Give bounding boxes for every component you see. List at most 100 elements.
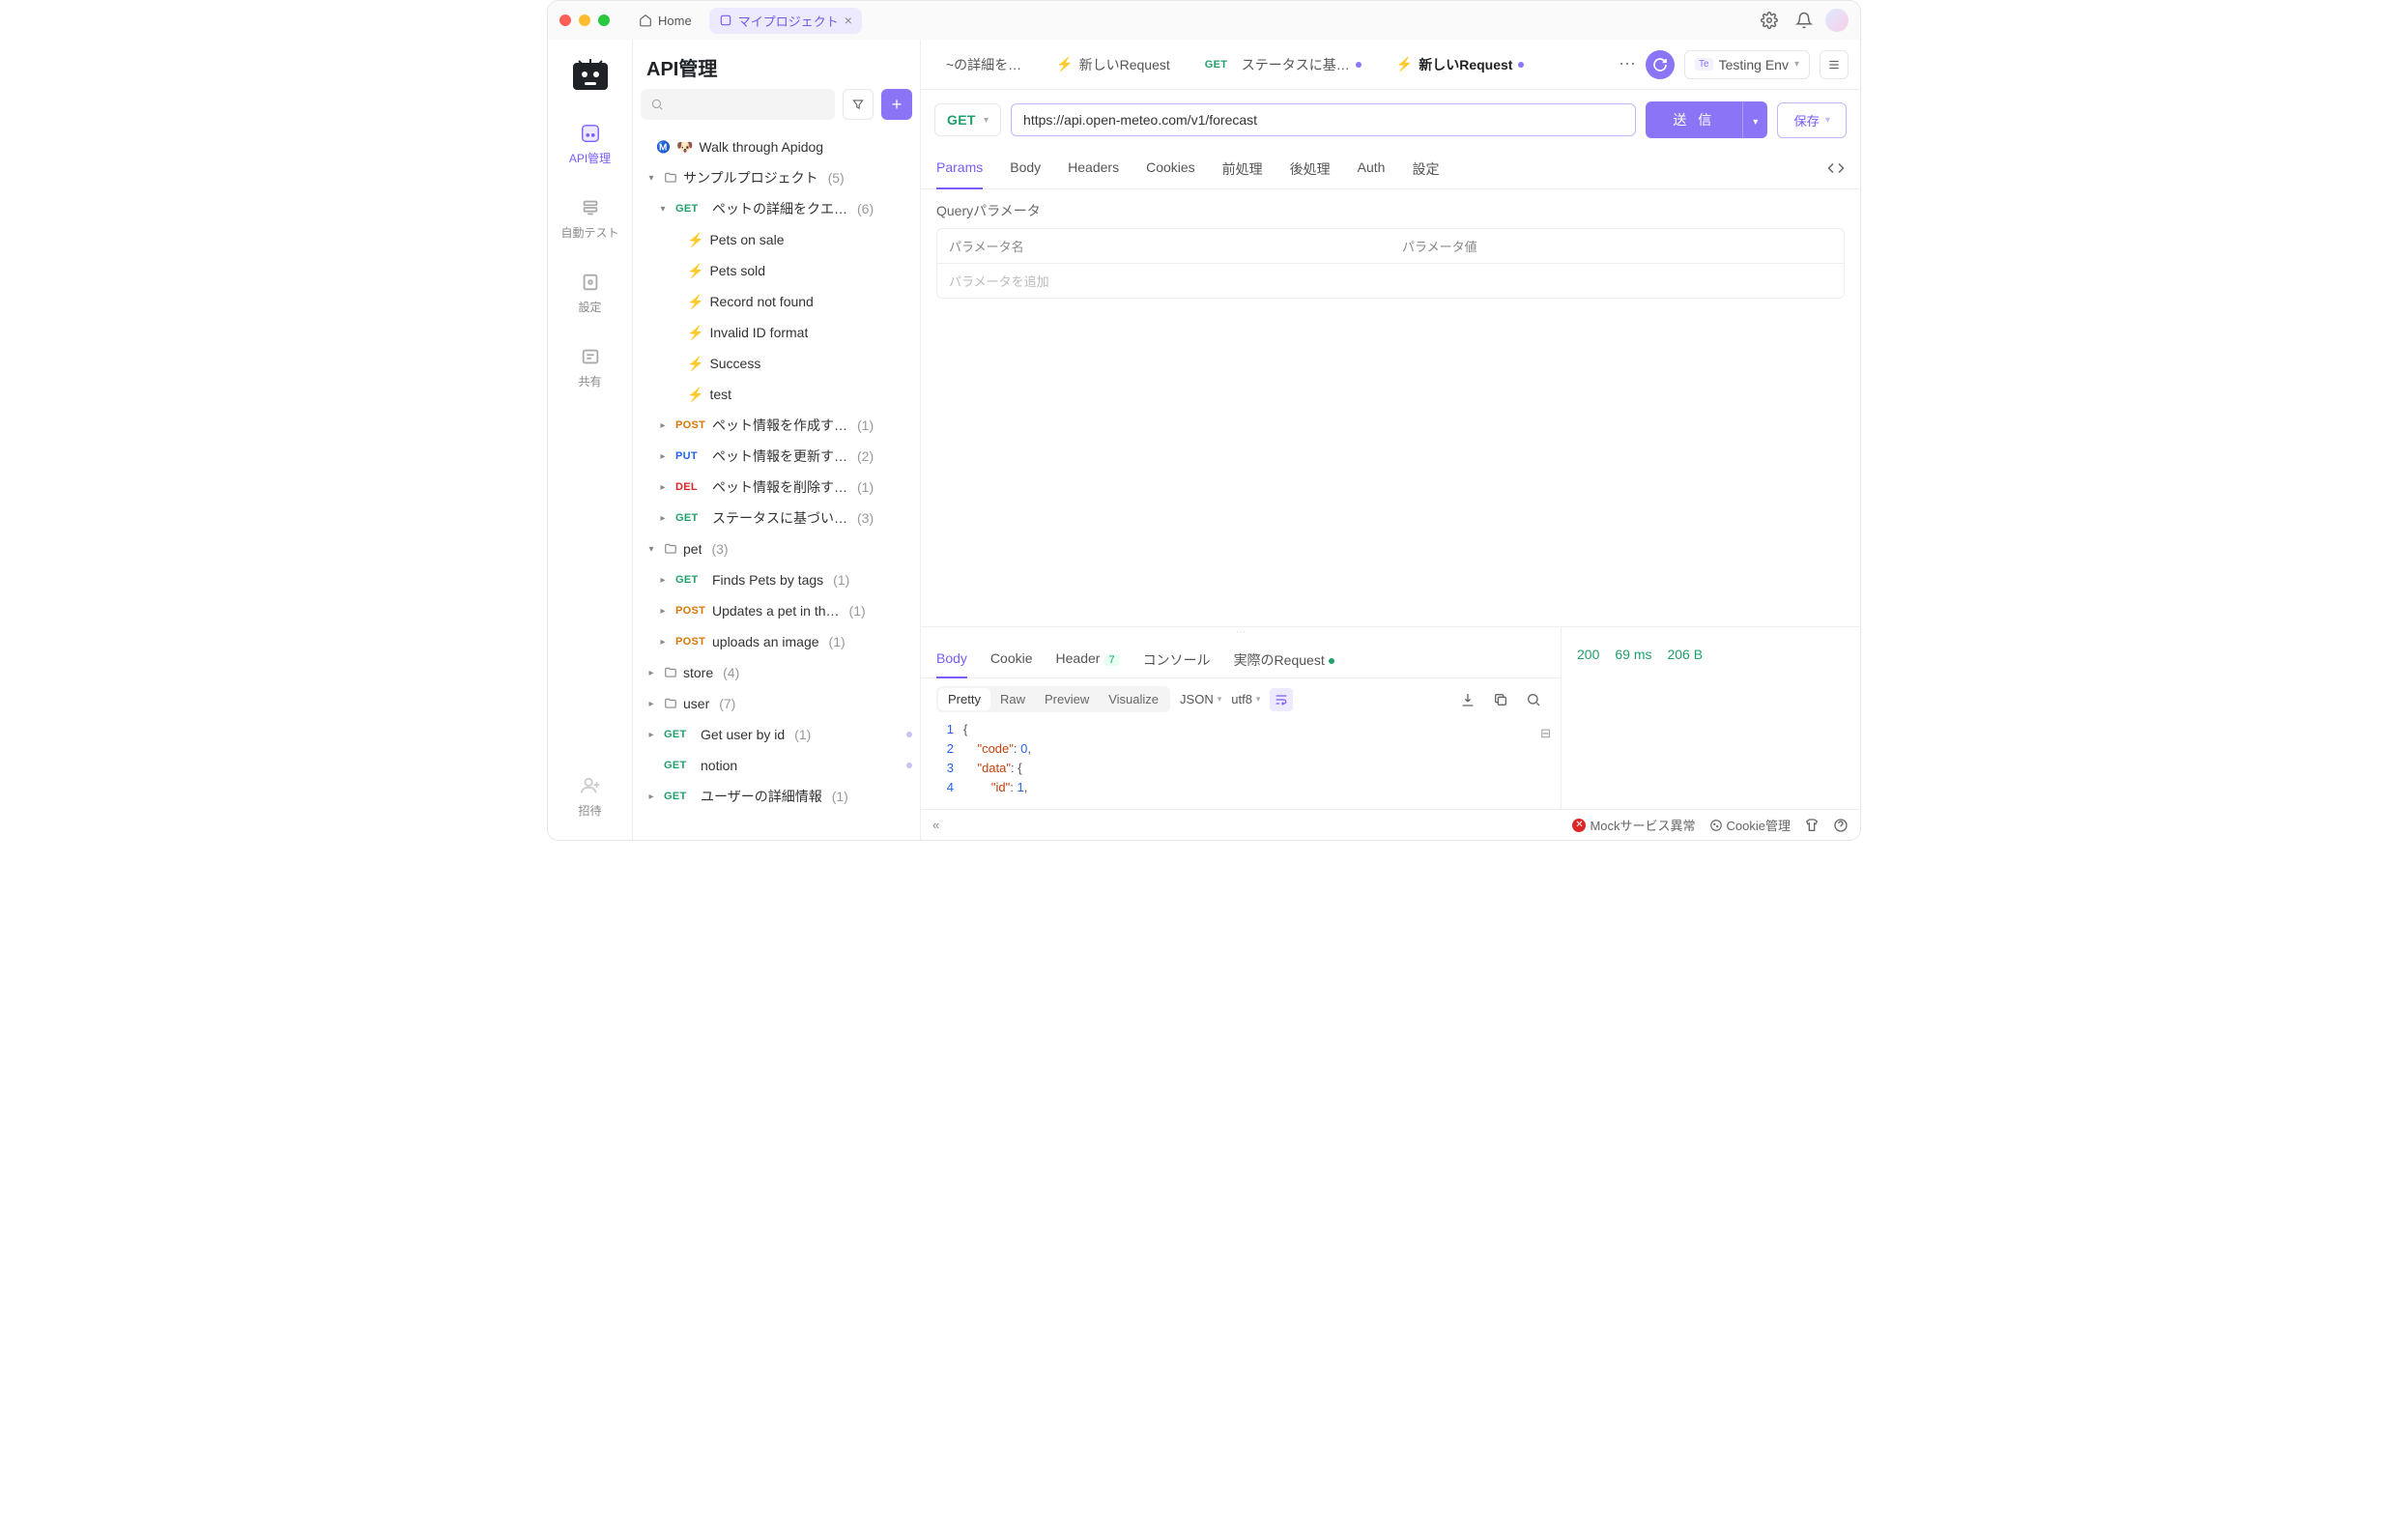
tree-folder-pet[interactable]: ▾pet(3) bbox=[633, 533, 920, 564]
refresh-button[interactable] bbox=[1646, 50, 1675, 79]
format-enc[interactable]: utf8▾ bbox=[1231, 692, 1260, 706]
req-tab-post[interactable]: 後処理 bbox=[1290, 150, 1331, 188]
tree-api-updates[interactable]: ▸POSTUpdates a pet in th…(1) bbox=[633, 595, 920, 626]
folder-icon bbox=[664, 697, 677, 710]
params-table: パラメータ名 パラメータ値 パラメータを追加 bbox=[936, 228, 1845, 299]
copy-icon[interactable] bbox=[1489, 688, 1512, 711]
tshirt-icon[interactable] bbox=[1804, 818, 1820, 833]
tree-case[interactable]: ⚡test bbox=[633, 379, 920, 410]
bolt-icon: ⚡ bbox=[687, 232, 703, 248]
format-json[interactable]: JSON▾ bbox=[1180, 692, 1221, 706]
tree-walkthrough[interactable]: Ⓜ️🐶 Walk through Apidog bbox=[633, 131, 920, 162]
url-input[interactable] bbox=[1011, 103, 1636, 136]
response-size: 206 B bbox=[1667, 647, 1703, 790]
tree-case[interactable]: ⚡Invalid ID format bbox=[633, 317, 920, 348]
download-icon[interactable] bbox=[1456, 688, 1479, 711]
environment-selector[interactable]: TeTesting Env▾ bbox=[1684, 50, 1810, 79]
search-response-icon[interactable] bbox=[1522, 688, 1545, 711]
resize-handle[interactable]: ⋯ bbox=[921, 627, 1561, 637]
cookie-manage[interactable]: Cookie管理 bbox=[1709, 816, 1791, 834]
project-tab[interactable]: マイプロジェクト × bbox=[709, 8, 862, 34]
more-tabs-icon[interactable]: ⋯ bbox=[1619, 54, 1636, 74]
minimize-window-icon[interactable] bbox=[579, 14, 590, 26]
tree-api-put-pet[interactable]: ▸PUTペット情報を更新す…(2) bbox=[633, 441, 920, 472]
chevron-down-icon: ▾ bbox=[1256, 694, 1261, 705]
rail-share[interactable]: 共有 bbox=[558, 338, 623, 395]
req-tab-auth[interactable]: Auth bbox=[1358, 150, 1386, 188]
method-selector[interactable]: GET▾ bbox=[934, 103, 1001, 136]
request-tab[interactable]: ~の詳細を… bbox=[932, 40, 1035, 90]
menu-button[interactable] bbox=[1820, 50, 1849, 79]
resp-tab-console[interactable]: コンソール bbox=[1143, 643, 1211, 677]
settings-icon[interactable] bbox=[1756, 7, 1783, 34]
sidebar-search[interactable] bbox=[641, 89, 835, 120]
req-tab-pre[interactable]: 前処理 bbox=[1222, 150, 1263, 188]
rail-invite[interactable]: 招待 bbox=[558, 767, 623, 824]
rail-label: 設定 bbox=[578, 299, 601, 315]
bolt-icon: ⚡ bbox=[1056, 56, 1073, 72]
send-button[interactable]: 送 信 bbox=[1646, 101, 1742, 138]
req-tab-cookies[interactable]: Cookies bbox=[1146, 150, 1195, 188]
unsaved-dot-icon bbox=[906, 732, 912, 737]
tree-case[interactable]: ⚡Record not found bbox=[633, 286, 920, 317]
tree-api-uploads[interactable]: ▸POSTuploads an image(1) bbox=[633, 626, 920, 657]
help-icon[interactable] bbox=[1833, 818, 1849, 833]
rail-autotest[interactable]: 自動テスト bbox=[558, 189, 623, 246]
tree-api-post-pet[interactable]: ▸POSTペット情報を作成す…(1) bbox=[633, 410, 920, 441]
tree-api-del-pet[interactable]: ▸DELペット情報を削除す…(1) bbox=[633, 472, 920, 503]
vm-visualize[interactable]: Visualize bbox=[1099, 688, 1168, 710]
tree-api-get-user[interactable]: ▸GETGet user by id(1) bbox=[633, 719, 920, 750]
close-window-icon[interactable] bbox=[559, 14, 571, 26]
notifications-icon[interactable] bbox=[1791, 7, 1818, 34]
chevron-right-icon: ▸ bbox=[645, 699, 658, 709]
save-button[interactable]: 保存▾ bbox=[1777, 102, 1847, 138]
collapse-sidebar-icon[interactable]: « bbox=[932, 818, 939, 832]
bolt-icon: ⚡ bbox=[687, 294, 703, 310]
tree-case[interactable]: ⚡Pets sold bbox=[633, 255, 920, 286]
chevron-right-icon: ▸ bbox=[645, 668, 658, 678]
resp-tab-actual[interactable]: 実際のRequest bbox=[1234, 643, 1334, 677]
vm-preview[interactable]: Preview bbox=[1035, 688, 1099, 710]
request-tab[interactable]: GETステータスに基… bbox=[1191, 40, 1375, 90]
mock-status[interactable]: ✕Mockサービス異常 bbox=[1572, 816, 1695, 834]
req-tab-body[interactable]: Body bbox=[1010, 150, 1041, 188]
tree-api-notion[interactable]: ▸GETnotion bbox=[633, 750, 920, 781]
code-gen-icon[interactable] bbox=[1827, 150, 1845, 188]
params-add-row[interactable]: パラメータを追加 bbox=[937, 264, 1844, 298]
sidebar-filter[interactable] bbox=[843, 89, 874, 120]
user-avatar[interactable] bbox=[1825, 9, 1849, 32]
tree-folder-user[interactable]: ▸user(7) bbox=[633, 688, 920, 719]
rail-settings[interactable]: 設定 bbox=[558, 264, 623, 321]
tree-folder-store[interactable]: ▸store(4) bbox=[633, 657, 920, 688]
sidebar-add-button[interactable]: + bbox=[881, 89, 912, 120]
request-tab[interactable]: ⚡新しいRequest bbox=[1043, 40, 1184, 90]
resp-tab-body[interactable]: Body bbox=[936, 643, 967, 677]
resp-tab-cookie[interactable]: Cookie bbox=[990, 643, 1033, 677]
response-body-code[interactable]: ⊟ 1{ 2 "code": 0, 3 "data": { 4 "id": 1, bbox=[921, 720, 1561, 809]
rail-api-manage[interactable]: API管理 bbox=[558, 115, 623, 172]
req-tab-settings[interactable]: 設定 bbox=[1412, 150, 1439, 188]
tree-case[interactable]: ⚡Pets on sale bbox=[633, 224, 920, 255]
fold-icon[interactable]: ⊟ bbox=[1540, 724, 1551, 743]
tree-api-finds-tags[interactable]: ▸GETFinds Pets by tags(1) bbox=[633, 564, 920, 595]
req-tab-headers[interactable]: Headers bbox=[1068, 150, 1119, 188]
close-tab-icon[interactable]: × bbox=[845, 13, 852, 28]
folder-icon bbox=[664, 171, 677, 185]
vm-raw[interactable]: Raw bbox=[990, 688, 1035, 710]
request-tabs-bar: ~の詳細を… ⚡新しいRequest GETステータスに基… ⚡新しいReque… bbox=[921, 40, 1860, 90]
tree-case[interactable]: ⚡Success bbox=[633, 348, 920, 379]
tree-api-get-status[interactable]: ▸GETステータスに基づい…(3) bbox=[633, 503, 920, 533]
resp-tab-header[interactable]: Header7 bbox=[1056, 643, 1120, 677]
wrap-icon[interactable] bbox=[1270, 688, 1293, 711]
tree-folder-sample[interactable]: ▾ サンプルプロジェクト (5) bbox=[633, 162, 920, 193]
send-dropdown[interactable]: ▾ bbox=[1742, 101, 1767, 138]
bolt-icon: ⚡ bbox=[687, 356, 703, 372]
maximize-window-icon[interactable] bbox=[598, 14, 610, 26]
req-tab-params[interactable]: Params bbox=[936, 150, 983, 188]
chevron-down-icon: ▾ bbox=[1218, 694, 1222, 705]
request-tab-active[interactable]: ⚡新しいRequest bbox=[1383, 40, 1538, 90]
tree-api-user-detail[interactable]: ▸GETユーザーの詳細情報(1) bbox=[633, 781, 920, 812]
tree-api-pet-query[interactable]: ▾ GET ペットの詳細をクエ… (6) bbox=[633, 193, 920, 224]
vm-pretty[interactable]: Pretty bbox=[938, 688, 990, 710]
home-tab[interactable]: Home bbox=[629, 10, 702, 32]
